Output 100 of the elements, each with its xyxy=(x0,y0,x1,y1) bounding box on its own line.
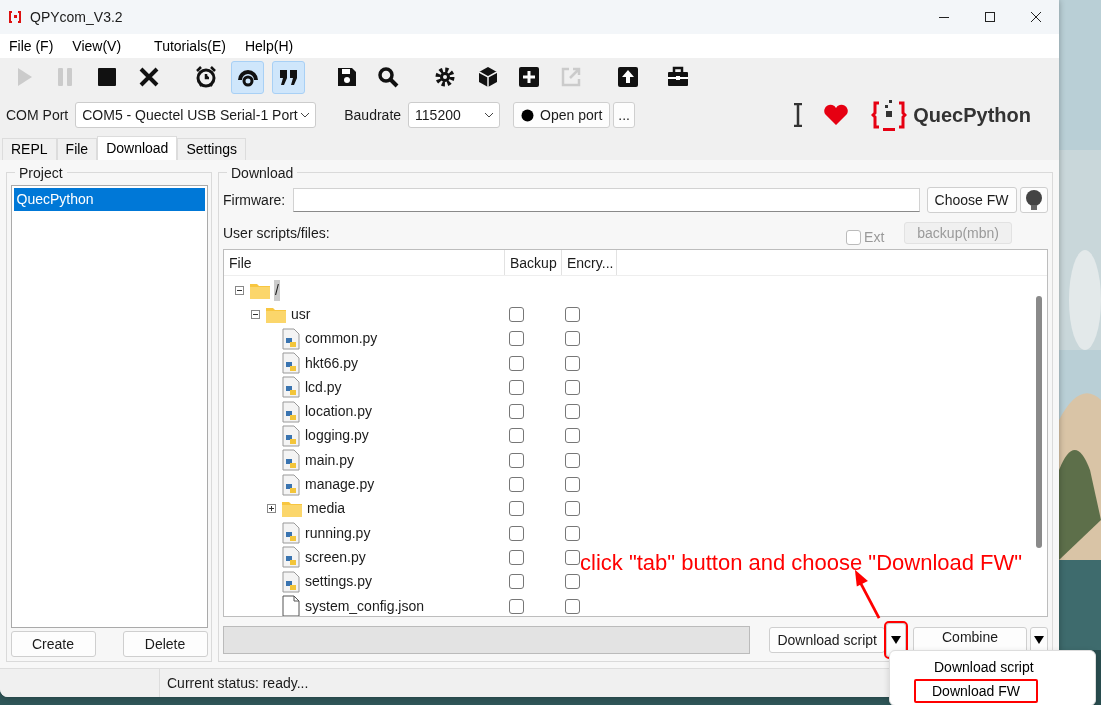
tree-item[interactable]: location.py xyxy=(304,401,373,423)
column-header: Backup xyxy=(505,250,562,275)
python-file-icon xyxy=(282,546,300,569)
python-file-icon xyxy=(282,424,300,447)
folder-icon xyxy=(266,305,286,323)
python-file-icon xyxy=(282,473,300,496)
backup-checkbox[interactable] xyxy=(509,306,524,322)
logo-icon xyxy=(871,97,908,133)
field-label: COM Port xyxy=(6,105,69,125)
encrypt-checkbox[interactable] xyxy=(565,477,580,492)
collapse-icon[interactable] xyxy=(234,285,244,295)
menu-item[interactable]: Download script xyxy=(930,655,1038,679)
tab[interactable]: REPL xyxy=(2,138,57,160)
folder-icon xyxy=(250,281,270,299)
backup-checkbox[interactable] xyxy=(509,331,524,347)
encrypt-checkbox[interactable] xyxy=(565,379,580,395)
backup-checkbox[interactable] xyxy=(509,598,524,614)
encrypt-checkbox[interactable] xyxy=(565,331,580,347)
tab[interactable]: Download xyxy=(97,136,178,160)
tree-item[interactable]: screen.py xyxy=(304,546,367,568)
chevron-down-icon xyxy=(300,112,311,118)
tree-item[interactable]: common.py xyxy=(304,328,379,350)
quote-button[interactable] xyxy=(272,60,305,94)
scrollbar[interactable] xyxy=(1036,296,1042,548)
tree-item[interactable]: media xyxy=(306,498,347,520)
window-title: QPYcom_V3.2 xyxy=(30,7,123,27)
caret-down-icon xyxy=(890,635,902,645)
lightbulb-icon xyxy=(1023,189,1045,211)
search-icon xyxy=(375,65,400,89)
tree-item[interactable]: lcd.py xyxy=(304,376,343,398)
close-icon xyxy=(1028,9,1044,25)
combine-button[interactable]: Combine xyxy=(913,627,1027,653)
menu-item[interactable]: Download FW xyxy=(914,679,1038,703)
encrypt-checkbox[interactable] xyxy=(565,428,580,444)
create-button[interactable]: Create xyxy=(10,631,96,657)
menu-item[interactable]: Help(H) xyxy=(235,35,304,57)
backup-checkbox[interactable] xyxy=(509,404,524,420)
project-list[interactable]: QuecPython xyxy=(10,185,208,628)
python-file-icon xyxy=(282,327,300,350)
backup-checkbox[interactable] xyxy=(509,477,524,492)
collapse-icon[interactable] xyxy=(250,309,260,319)
upload-icon xyxy=(615,65,640,89)
com-port-select[interactable]: COM5 - Quectel USB Serial-1 Port xyxy=(75,102,317,128)
encrypt-checkbox[interactable] xyxy=(565,549,580,565)
field-label: User scripts/files: xyxy=(223,223,330,243)
backup-checkbox[interactable] xyxy=(509,549,524,565)
python-file-icon xyxy=(282,570,300,593)
backup-checkbox[interactable] xyxy=(509,452,524,468)
encrypt-checkbox[interactable] xyxy=(565,574,580,590)
menu-item[interactable]: View(V) xyxy=(63,35,132,57)
backup-checkbox[interactable] xyxy=(509,428,524,444)
encrypt-checkbox[interactable] xyxy=(565,452,580,468)
encrypt-checkbox[interactable] xyxy=(565,525,580,541)
download-script-button[interactable]: Download script xyxy=(769,627,885,653)
chevron-down-icon xyxy=(484,112,495,118)
project-item[interactable]: QuecPython xyxy=(13,188,205,211)
folder-icon xyxy=(282,500,302,518)
circle-icon xyxy=(521,108,535,122)
dropdown-button[interactable] xyxy=(1030,627,1048,653)
backup-checkbox[interactable] xyxy=(509,501,524,517)
tree-item[interactable]: hkt66.py xyxy=(304,352,359,374)
headset-button[interactable] xyxy=(231,60,264,94)
backup-checkbox[interactable] xyxy=(509,574,524,590)
tree-item[interactable]: settings.py xyxy=(304,571,373,593)
tree-item[interactable]: manage.py xyxy=(304,474,376,495)
encrypt-checkbox[interactable] xyxy=(565,501,580,517)
choose-fw-button[interactable]: Choose FW xyxy=(926,187,1017,213)
encrypt-checkbox[interactable] xyxy=(565,598,580,614)
annotation-text: click "tab" button and choose "Download FW" xyxy=(580,549,1023,577)
encrypt-checkbox[interactable] xyxy=(565,306,580,322)
column-header: Encry... xyxy=(562,250,617,275)
heart-icon xyxy=(823,104,850,126)
open-port-button[interactable]: Open port xyxy=(513,102,611,128)
tree-item[interactable]: / xyxy=(274,279,280,301)
tab[interactable]: Settings xyxy=(177,138,246,160)
brand-name: QuecPython xyxy=(913,103,1031,128)
firmware-field[interactable] xyxy=(292,188,920,212)
python-file-icon xyxy=(282,449,300,472)
tree-item[interactable]: logging.py xyxy=(304,425,370,447)
more-button[interactable]: ... xyxy=(613,102,635,128)
backup-checkbox[interactable] xyxy=(509,379,524,395)
encrypt-checkbox[interactable] xyxy=(565,404,580,420)
caret-down-icon xyxy=(1033,635,1045,645)
expand-icon[interactable] xyxy=(266,504,276,514)
tree-item[interactable]: running.py xyxy=(304,522,372,544)
tree-item[interactable]: system_config.json xyxy=(304,595,426,616)
delete-button[interactable]: Delete xyxy=(122,631,208,657)
tree-item[interactable]: usr xyxy=(290,303,312,325)
lightbulb-button[interactable] xyxy=(1020,187,1048,213)
encrypt-checkbox[interactable] xyxy=(565,355,580,371)
backup-checkbox[interactable] xyxy=(509,525,524,541)
add-icon xyxy=(516,65,541,89)
tree-item[interactable]: main.py xyxy=(304,449,356,471)
menu-item[interactable]: File (F) xyxy=(0,35,64,57)
tab[interactable]: File xyxy=(56,138,98,160)
menu-item[interactable]: Tutorials(E) xyxy=(145,35,236,57)
baudrate-select[interactable]: 115200 xyxy=(408,102,501,128)
backup-checkbox[interactable] xyxy=(509,355,524,371)
text-cursor-icon xyxy=(793,103,804,127)
app-icon xyxy=(7,9,23,25)
